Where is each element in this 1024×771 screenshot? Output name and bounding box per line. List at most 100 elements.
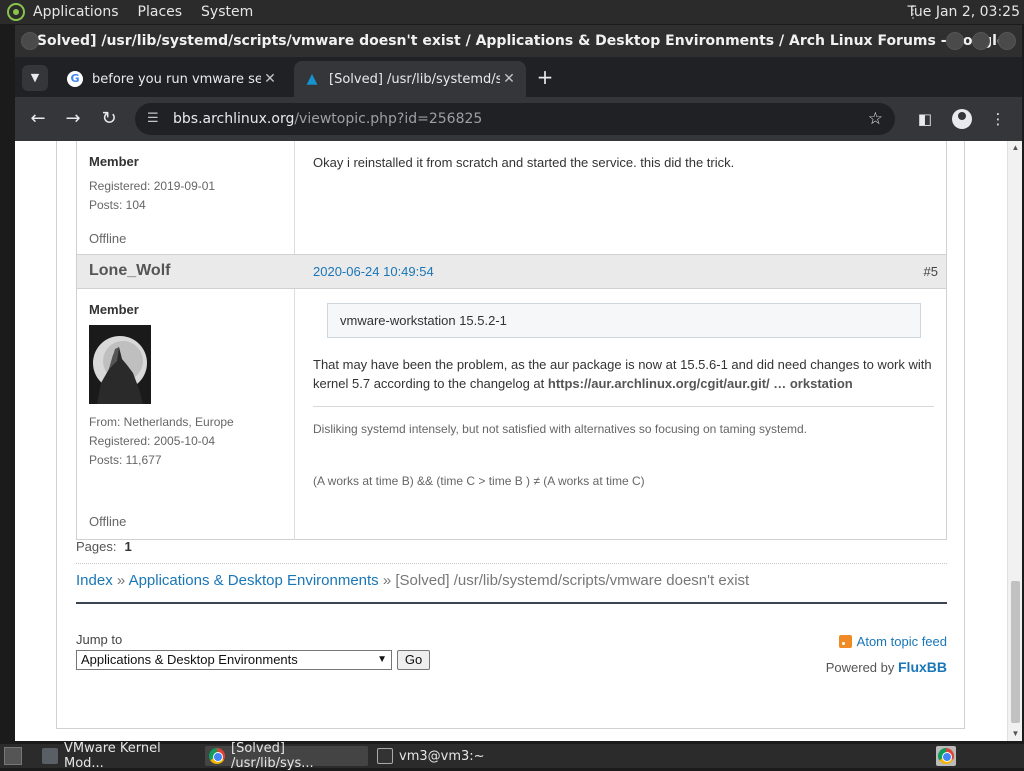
taskbar-item-vmware[interactable]: VMware Kernel Mod... <box>38 741 200 771</box>
google-icon <box>67 71 83 87</box>
user-registered: Registered: 2019-09-01 <box>89 179 216 193</box>
user-status: Offline <box>89 231 127 246</box>
system-menu[interactable]: System <box>201 4 253 20</box>
user-rank: Member <box>89 302 139 317</box>
applications-menu[interactable]: Applications <box>33 4 119 20</box>
jump-to-select[interactable]: Applications & Desktop Environments ▼ <box>76 650 392 670</box>
fluxbb-link[interactable]: FluxBB <box>898 659 947 675</box>
close-window-button[interactable] <box>998 32 1016 50</box>
powered-by-text: Powered by <box>825 660 895 675</box>
panel-clock[interactable]: Tue Jan 2, 03:25 <box>907 4 1020 20</box>
scroll-up-arrow-icon[interactable]: ▲ <box>1008 141 1022 155</box>
jump-to-selected: Applications & Desktop Environments <box>81 652 298 667</box>
post-message: Okay i reinstalled it from scratch and s… <box>313 155 735 170</box>
back-arrow-icon[interactable]: ← <box>25 107 51 131</box>
user-posts: Posts: 104 <box>89 198 146 212</box>
browser-window: [Solved] /usr/lib/systemd/scripts/vmware… <box>15 25 1022 741</box>
chrome-icon <box>209 748 225 764</box>
user-status: Offline <box>89 514 127 529</box>
powered-by: Powered by FluxBB <box>826 659 947 675</box>
page-scrollbar[interactable]: ▲ ▼ <box>1007 141 1022 741</box>
window-titlebar[interactable]: [Solved] /usr/lib/systemd/scripts/vmware… <box>15 25 1022 81</box>
forum-page: Member Registered: 2019-09-01 Posts: 104… <box>56 141 965 729</box>
taskbar-item-label: [Solved] /usr/lib/sys... <box>231 741 314 771</box>
post-author[interactable]: Lone_Wolf <box>89 262 170 280</box>
pagination-label: Pages: <box>76 539 117 554</box>
rss-feed-icon <box>838 635 852 648</box>
post-body: vmware-workstation 15.5.2-1 That may hav… <box>295 289 946 540</box>
browser-toolbar: ← → ↻ ☰ bbs.archlinux.org/viewtopic.php?… <box>15 97 1022 141</box>
arch-linux-icon: ▲ <box>306 71 318 87</box>
top-panel: Applications Places System Tue Jan 2, 03… <box>0 0 1024 24</box>
side-panel-icon[interactable]: ◧ <box>915 109 935 129</box>
post-message-line: kernel 5.7 according to the changelog at… <box>313 374 943 393</box>
current-page: 1 <box>124 539 132 554</box>
tab-google-search[interactable]: before you run vmware sever ✕ <box>57 61 287 97</box>
go-button[interactable]: Go <box>397 650 430 670</box>
post-message-line: That may have been the problem, as the a… <box>313 357 932 372</box>
scroll-down-arrow-icon[interactable]: ▼ <box>1008 727 1022 741</box>
reload-icon[interactable]: ↻ <box>96 107 122 131</box>
signature-line: Disliking systemd intensely, but not sat… <box>313 422 808 436</box>
breadcrumb-forum-link[interactable]: Applications & Desktop Environments <box>129 572 379 589</box>
taskbar-item-chrome[interactable]: [Solved] /usr/lib/sys... <box>205 741 368 771</box>
page-viewport[interactable]: Member Registered: 2019-09-01 Posts: 104… <box>15 141 1022 741</box>
post-message: That may have been the problem, as the a… <box>313 355 943 393</box>
distro-logo-icon[interactable] <box>7 3 25 21</box>
workspace-switcher[interactable] <box>936 746 956 766</box>
atom-feed-link[interactable]: Atom topic feed <box>838 634 947 649</box>
url-path: /viewtopic.php?id=256825 <box>294 111 483 127</box>
post-date-link[interactable]: 2020-06-24 10:49:54 <box>313 264 434 279</box>
user-location: From: Netherlands, Europe <box>89 415 234 429</box>
breadcrumb-index-link[interactable]: Index <box>76 572 113 589</box>
terminal-icon <box>377 748 393 764</box>
breadcrumb-topic: [Solved] /usr/lib/systemd/scripts/vmware… <box>395 572 750 589</box>
bottom-taskbar: VMware Kernel Mod... [Solved] /usr/lib/s… <box>0 741 1024 771</box>
chevron-down-icon: ▼ <box>30 71 40 84</box>
tab-strip: ▼ before you run vmware sever ✕ ▲ [Solve… <box>15 57 1022 97</box>
footer-divider <box>76 602 947 604</box>
pagination: Pages: 1 <box>76 539 132 554</box>
user-posts: Posts: 11,677 <box>89 453 162 467</box>
close-tab-icon[interactable]: ✕ <box>500 71 518 87</box>
user-rank: Member <box>89 154 139 169</box>
taskbar-item-label: vm3@vm3:~ <box>399 748 485 764</box>
signature-line: (A works at time B) && (time C > time B … <box>313 474 645 488</box>
changelog-link[interactable]: https://aur.archlinux.org/cgit/aur.git/ … <box>548 376 853 391</box>
address-bar[interactable]: ☰ bbs.archlinux.org/viewtopic.php?id=256… <box>135 103 895 135</box>
url-domain: bbs.archlinux.org <box>173 111 295 127</box>
maximize-button[interactable] <box>972 32 990 50</box>
forward-arrow-icon[interactable]: → <box>60 107 86 131</box>
breadcrumb-separator: » <box>116 572 126 589</box>
post-body: Okay i reinstalled it from scratch and s… <box>295 141 946 254</box>
forum-post-4: Member Registered: 2019-09-01 Posts: 104… <box>76 141 947 255</box>
tab-search-button[interactable]: ▼ <box>22 65 48 91</box>
places-menu[interactable]: Places <box>138 4 183 20</box>
show-desktop-icon[interactable] <box>4 747 22 765</box>
quote-box: vmware-workstation 15.5.2-1 <box>327 303 921 338</box>
minimize-button[interactable] <box>946 32 964 50</box>
site-settings-icon[interactable]: ☰ <box>147 103 159 135</box>
tab-arch-forum[interactable]: ▲ [Solved] /usr/lib/systemd/scri ✕ <box>294 61 526 97</box>
chrome-icon <box>938 748 954 764</box>
taskbar-item-terminal[interactable]: vm3@vm3:~ <box>373 746 485 766</box>
tab-title: [Solved] /usr/lib/systemd/scri <box>329 71 500 87</box>
user-registered: Registered: 2005-10-04 <box>89 434 216 448</box>
close-tab-icon[interactable]: ✕ <box>261 71 279 87</box>
scrollbar-thumb[interactable] <box>1011 581 1020 723</box>
kebab-menu-icon[interactable]: ⋮ <box>988 109 1008 129</box>
avatar <box>89 325 151 404</box>
signature-divider <box>313 406 934 407</box>
breadcrumb-separator: » <box>382 572 392 589</box>
vmware-icon <box>42 748 58 764</box>
post-number[interactable]: #5 <box>924 264 938 279</box>
new-tab-button[interactable]: + <box>535 67 555 87</box>
profile-icon[interactable] <box>952 109 972 129</box>
post-header: Lone_Wolf 2020-06-24 10:49:54 #5 <box>77 255 946 289</box>
bookmark-star-icon[interactable]: ☆ <box>868 103 883 135</box>
post-message-text: kernel 5.7 according to the changelog at <box>313 376 548 391</box>
post-author-info: Member Registered: 2019-09-01 Posts: 104… <box>77 141 295 254</box>
window-menu-button[interactable] <box>21 32 39 50</box>
tab-title: before you run vmware sever <box>92 71 261 87</box>
post-author-info: Member From: Netherlands, Europe Registe… <box>77 289 295 540</box>
